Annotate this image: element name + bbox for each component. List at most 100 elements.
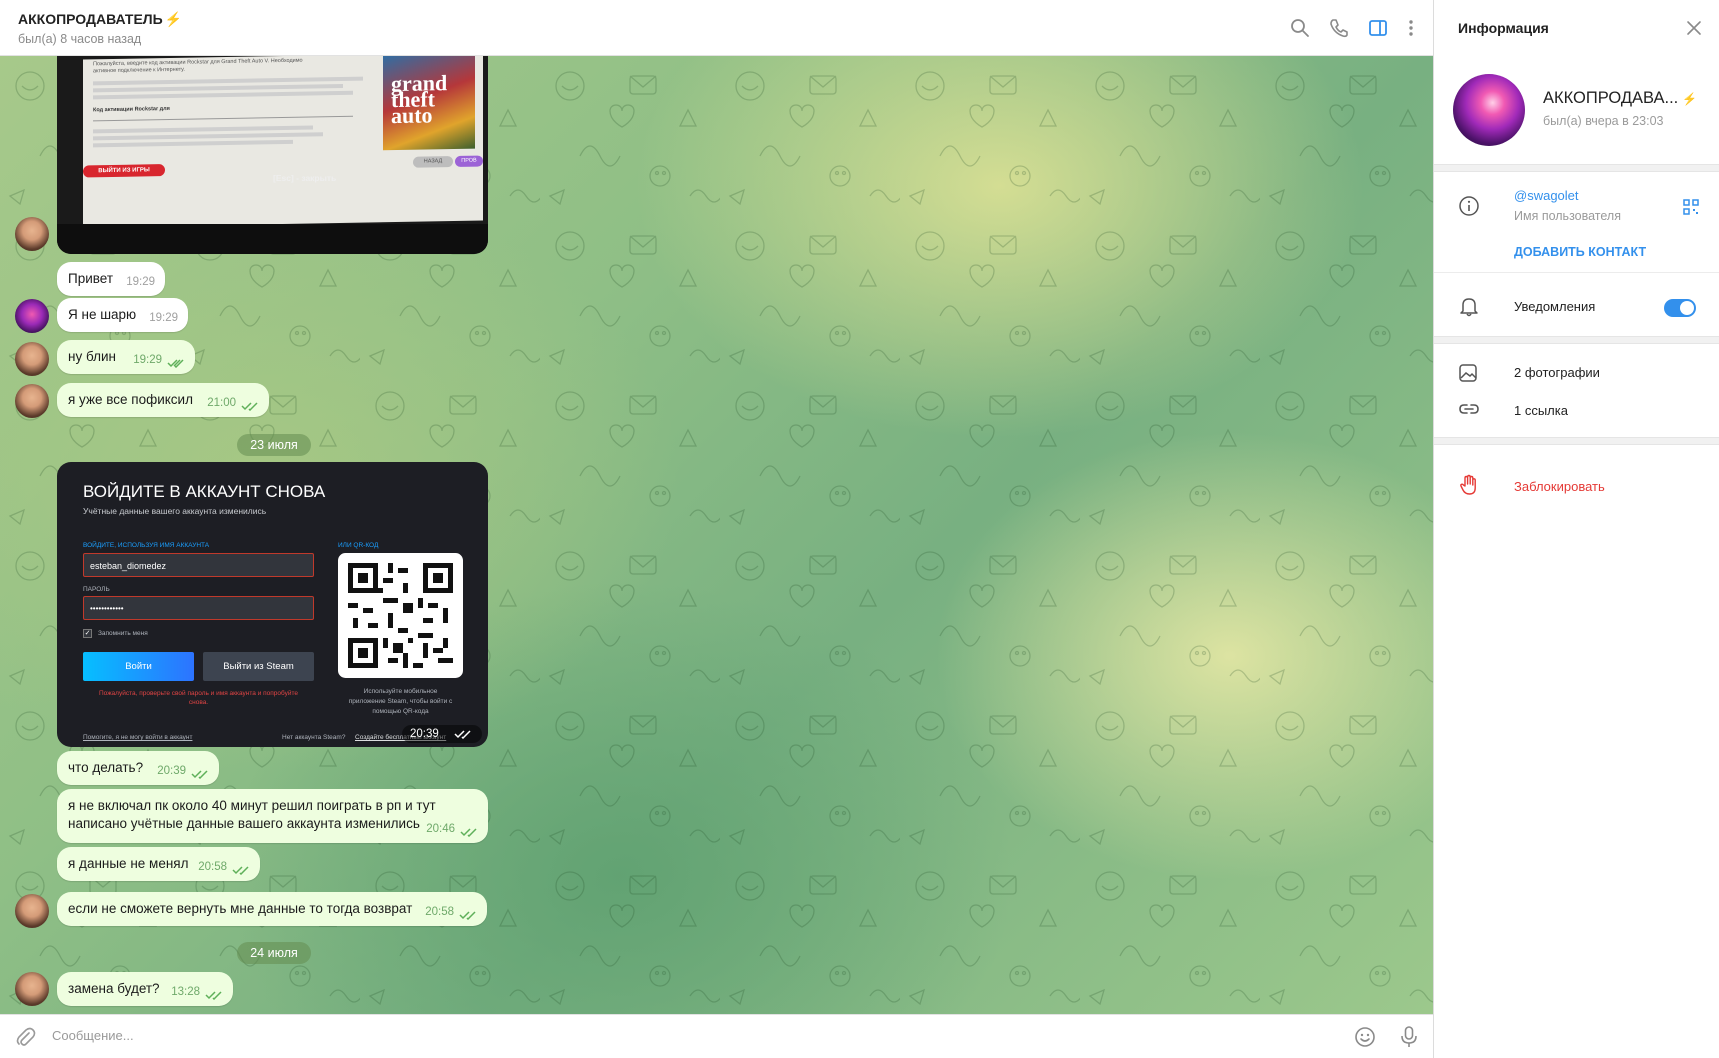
steam-remember-label: Запомнить меня — [98, 630, 148, 637]
date-separator: 24 июля — [237, 942, 311, 964]
photo-message-steam[interactable]: ВОЙДИТЕ В АККАУНТ СНОВА Учётные данные в… — [57, 462, 488, 747]
message-text: замена будет? — [68, 981, 160, 996]
message-bubble-out[interactable]: замена будет? 13:28 — [57, 972, 233, 1006]
profile-username-caption: Имя пользователя — [1514, 209, 1621, 223]
shared-photos-item[interactable]: 2 фотографии — [1514, 365, 1600, 380]
photo-blur-line — [93, 139, 293, 148]
message-text: я данные не менял — [68, 856, 189, 871]
chat-status: был(а) 8 часов назад — [18, 32, 142, 46]
message-text: ну блин — [68, 349, 116, 364]
bolt-emoji: ⚡ — [1682, 92, 1698, 106]
chat-area[interactable]: Пожалуйста, введите код активации Rockst… — [0, 56, 1433, 1014]
message-text: я не включал пк около 40 минут решил пои… — [68, 797, 436, 833]
avatar-self[interactable] — [15, 217, 49, 251]
block-hand-icon — [1460, 474, 1476, 495]
steam-qr-label: ИЛИ QR-КОД — [338, 542, 379, 549]
profile-name-text: АККОПРОДАВА... — [1543, 89, 1679, 107]
steam-password-label: ПАРОЛЬ — [83, 586, 110, 593]
message-time: 13:28 — [171, 986, 200, 998]
chat-title-text[interactable]: АККОПРОДАВАТЕЛЬ — [18, 11, 163, 27]
photo-esc-close-text: [Esc] - закрыть — [273, 173, 337, 183]
block-user-button[interactable]: Заблокировать — [1514, 479, 1605, 494]
message-bubble-in[interactable]: Привет 19:29 — [57, 262, 165, 296]
profile-avatar[interactable] — [1453, 74, 1525, 146]
double-check-icon — [460, 828, 477, 837]
double-check-icon — [454, 730, 471, 739]
info-icon — [1459, 196, 1479, 216]
photo-back-button: НАЗАД — [413, 156, 453, 168]
avatar-self[interactable] — [15, 894, 49, 928]
message-bubble-out[interactable]: я не включал пк около 40 минут решил пои… — [57, 789, 488, 843]
message-input[interactable]: Сообщение... — [52, 1028, 134, 1043]
message-text: что делать? — [68, 760, 144, 775]
steam-exit-button: Выйти из Steam — [203, 652, 314, 681]
steam-qr-hint-line: Используйте мобильное — [363, 688, 438, 695]
search-icon[interactable] — [1289, 17, 1311, 39]
steam-qr-hint: Используйте мобильное приложение Steam, … — [333, 687, 468, 717]
profile-name: АККОПРОДАВА... ⚡ — [1543, 89, 1697, 108]
notifications-label: Уведомления — [1514, 299, 1596, 314]
steam-password-field: •••••••••••• — [83, 596, 314, 620]
notifications-toggle[interactable] — [1664, 299, 1696, 317]
avatar-self[interactable] — [15, 384, 49, 418]
message-text: Я не шарю — [68, 307, 137, 322]
message-time: 20:39 — [157, 765, 186, 777]
message-bubble-out[interactable]: я уже все пофиксил 21:00 — [57, 383, 269, 417]
gta-cover: grand theft auto — [383, 56, 475, 151]
message-composer[interactable]: Сообщение... — [0, 1014, 1433, 1058]
row-divider — [1434, 272, 1719, 273]
chat-title[interactable]: АККОПРОДАВАТЕЛЬ ⚡ — [18, 11, 182, 28]
photo-blur-line — [93, 90, 353, 100]
info-title: Информация — [1458, 20, 1549, 36]
photo-exit-game-button: ВЫЙТИ ИЗ ИГРЫ — [83, 164, 165, 178]
photo-time-overlay: 20:39 — [402, 725, 482, 743]
message-bubble-out[interactable]: я данные не менял 20:58 — [57, 847, 260, 881]
message-time: 20:39 — [410, 728, 439, 740]
section-separator — [1434, 437, 1719, 445]
bolt-emoji: ⚡ — [164, 11, 183, 27]
attach-icon[interactable] — [14, 1026, 36, 1048]
bell-icon — [1460, 298, 1478, 317]
message-text: если не сможете вернуть мне данные то то… — [68, 901, 413, 916]
toggle-knob — [1680, 301, 1694, 315]
steam-subtitle: Учётные данные вашего аккаунта изменилис… — [83, 506, 267, 516]
link-icon — [1459, 404, 1479, 414]
qr-icon[interactable] — [1682, 198, 1700, 216]
steam-error-text: Пожалуйста, проверьте свой пароль и имя … — [83, 689, 314, 707]
gta-logo: grand theft auto — [391, 70, 448, 129]
double-check-icon — [241, 402, 258, 411]
message-time: 20:58 — [425, 906, 454, 918]
message-text-line: я не включал пк около 40 минут решил пои… — [68, 798, 436, 813]
shared-links-item[interactable]: 1 ссылка — [1514, 403, 1568, 418]
avatar-seller[interactable] — [15, 299, 49, 333]
phone-icon[interactable] — [1328, 17, 1350, 39]
message-text: я уже все пофиксил — [68, 392, 193, 407]
message-bubble-out[interactable]: что делать? 20:39 — [57, 751, 219, 785]
steam-remember-checkbox: ✓ — [83, 629, 92, 638]
photo-text-line: Код активации Rockstar для — [93, 105, 170, 114]
message-bubble-in[interactable]: Я не шарю 19:29 — [57, 298, 188, 332]
section-separator — [1434, 164, 1719, 172]
steam-error-line: снова. — [188, 699, 209, 706]
sidebar-toggle-icon[interactable] — [1367, 17, 1389, 39]
add-contact-button[interactable]: ДОБАВИТЬ КОНТАКТ — [1514, 245, 1646, 259]
message-time: 19:29 — [149, 312, 178, 324]
steam-qr-code — [338, 553, 463, 678]
photo-message-gta[interactable]: Пожалуйста, введите код активации Rockst… — [57, 56, 488, 254]
chat-header[interactable]: АККОПРОДАВАТЕЛЬ ⚡ был(а) 8 часов назад — [0, 0, 1433, 56]
message-time: 19:29 — [133, 354, 162, 366]
photo-text-block: Пожалуйста, введите код активации Rockst… — [93, 56, 393, 148]
close-icon[interactable] — [1686, 20, 1702, 36]
message-bubble-out[interactable]: ну блин 19:29 — [57, 340, 195, 374]
more-vertical-icon[interactable] — [1400, 17, 1422, 39]
message-bubble-out[interactable]: если не сможете вернуть мне данные то то… — [57, 892, 487, 926]
emoji-icon[interactable] — [1354, 1026, 1376, 1048]
avatar-self[interactable] — [15, 342, 49, 376]
message-text: Привет — [68, 271, 114, 286]
steam-help-link: Помогите, я не могу войти в аккаунт — [83, 734, 193, 741]
photo-monitor-bezel — [57, 224, 488, 254]
avatar-self[interactable] — [15, 972, 49, 1006]
profile-username[interactable]: @swagolet — [1514, 188, 1579, 203]
microphone-icon[interactable] — [1398, 1025, 1420, 1049]
message-time: 20:58 — [198, 861, 227, 873]
